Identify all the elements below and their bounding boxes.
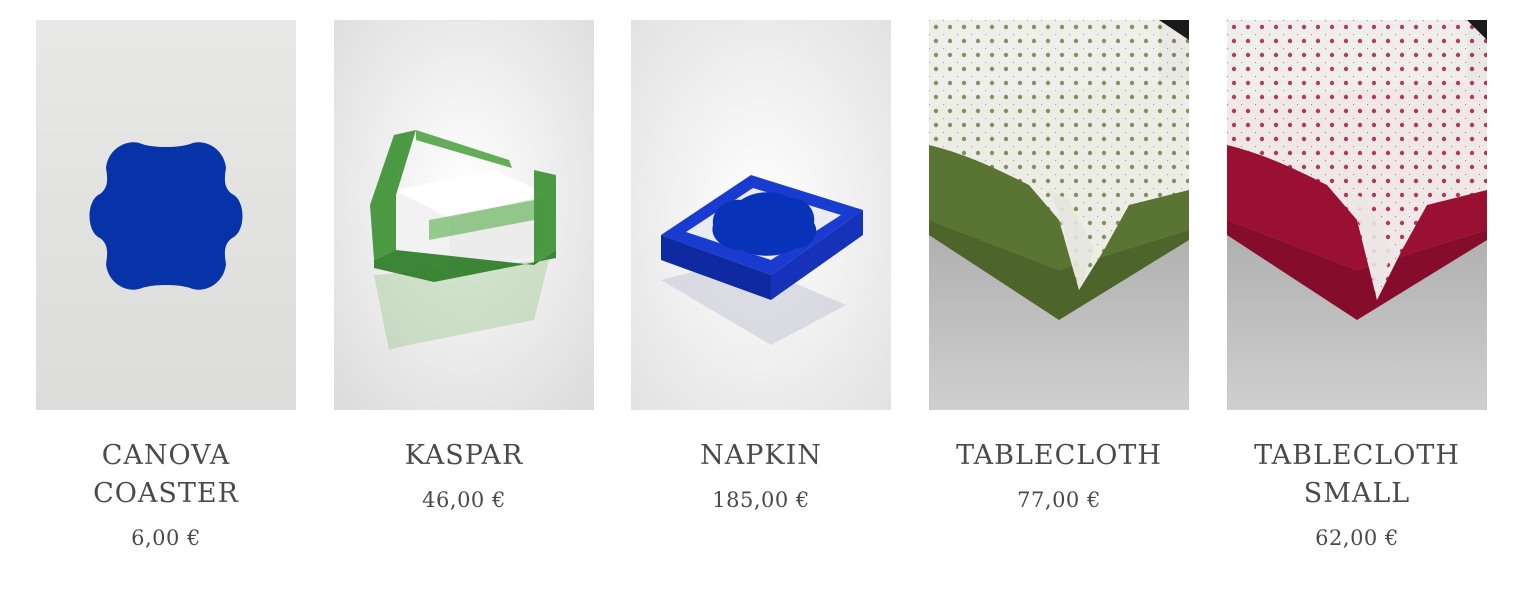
green-lace-tablecloth-image [929, 20, 1189, 410]
product-image-canova-coaster[interactable] [36, 20, 296, 410]
product-name[interactable]: NAPKIN [631, 437, 891, 475]
product-name[interactable]: TABLECLOTH [929, 437, 1189, 475]
blue-coaster-image [36, 20, 296, 410]
product-card-tablecloth-small[interactable]: TABLECLOTH SMALL 62,00 € [1227, 20, 1487, 550]
product-name[interactable]: CANOVA COASTER [36, 437, 296, 513]
red-lace-tablecloth-image [1227, 20, 1487, 410]
product-price: 77,00 € [1017, 488, 1101, 512]
product-card-napkin[interactable]: NAPKIN 185,00 € [631, 20, 891, 512]
product-image-tablecloth[interactable] [929, 20, 1189, 410]
green-napkin-holder-image [334, 20, 594, 410]
blue-napkin-box-image [631, 20, 891, 410]
product-grid: CANOVA COASTER 6,00 € KASPAR 46,00 € NAP… [0, 0, 1520, 593]
product-image-napkin[interactable] [631, 20, 891, 410]
product-image-tablecloth-small[interactable] [1227, 20, 1487, 410]
product-price: 62,00 € [1315, 526, 1399, 550]
product-card-tablecloth[interactable]: TABLECLOTH 77,00 € [929, 20, 1189, 512]
product-name[interactable]: KASPAR [334, 437, 594, 475]
product-name[interactable]: TABLECLOTH SMALL [1227, 437, 1487, 513]
product-price: 6,00 € [131, 526, 201, 550]
product-price: 185,00 € [712, 488, 810, 512]
product-card-kaspar[interactable]: KASPAR 46,00 € [334, 20, 594, 512]
product-price: 46,00 € [422, 488, 506, 512]
product-card-canova-coaster[interactable]: CANOVA COASTER 6,00 € [36, 20, 296, 550]
product-image-kaspar[interactable] [334, 20, 594, 410]
